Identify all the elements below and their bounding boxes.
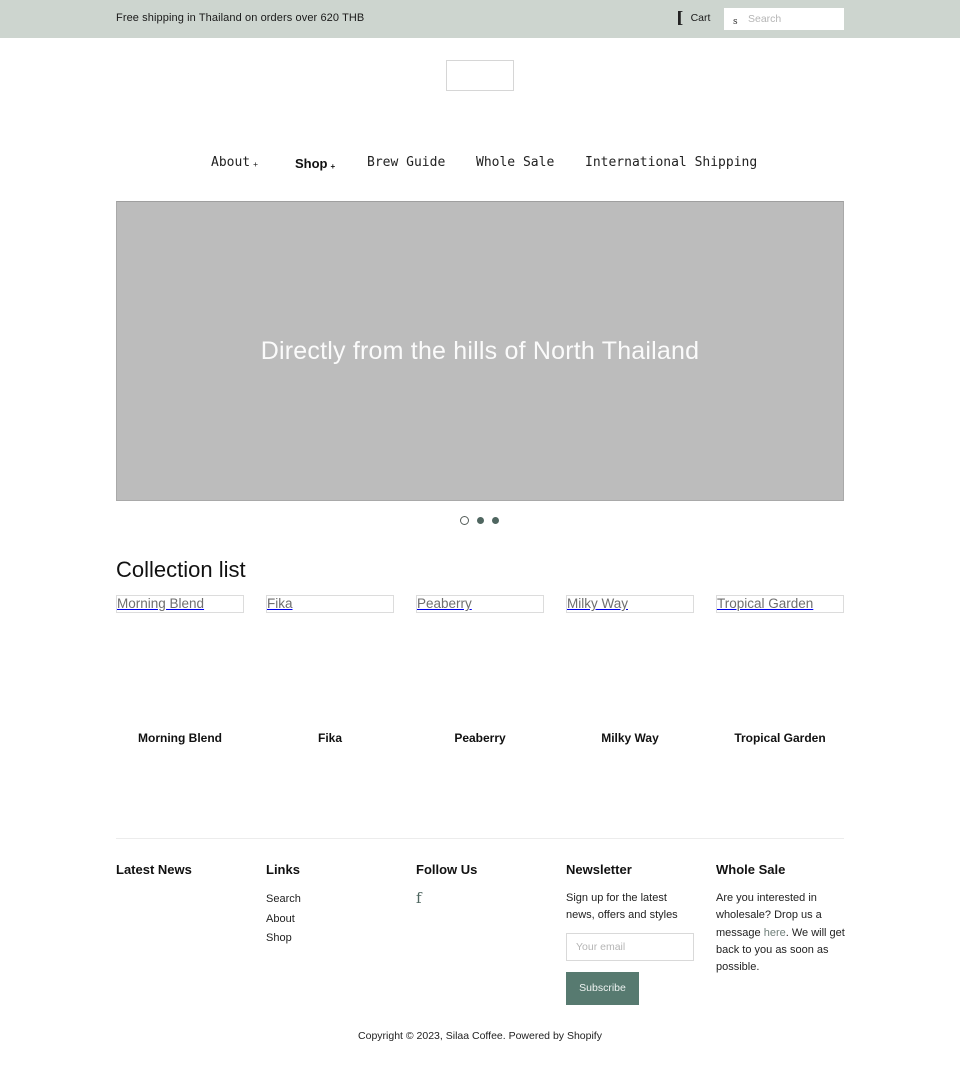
footer-follow-us: Follow Us f <box>416 862 546 908</box>
search-icon[interactable]: s <box>733 17 738 27</box>
cart-label: Cart <box>690 12 711 24</box>
slide-dot-3[interactable] <box>492 517 499 524</box>
facebook-icon[interactable]: f <box>416 889 422 907</box>
search-input[interactable] <box>746 8 840 30</box>
footer-latest-news: Latest News <box>116 862 246 890</box>
newsletter-email-input[interactable] <box>566 932 694 961</box>
collection-card[interactable]: Milky Way Milky Way <box>566 595 694 745</box>
footer-divider <box>116 838 844 839</box>
collection-image: Fika <box>266 595 394 613</box>
hero-slideshow[interactable]: Directly from the hills of North Thailan… <box>116 201 844 501</box>
nav-item-brew-guide[interactable]: Brew Guide <box>367 155 445 170</box>
footer-link-shop[interactable]: Shop <box>266 929 396 949</box>
main-nav: About + Shop + Brew Guide Whole Sale Inter… <box>0 155 960 173</box>
nav-label: About <box>211 155 251 170</box>
search-box: s <box>724 8 844 30</box>
nav-item-about[interactable]: About + <box>211 155 258 170</box>
collection-title: Fika <box>317 731 342 745</box>
slide-dot-1[interactable] <box>460 516 469 525</box>
collection-title: Milky Way <box>601 731 659 745</box>
collection-title: Peaberry <box>454 731 506 745</box>
collection-image: Morning Blend <box>116 595 244 613</box>
footer-links: Links Search About Shop <box>266 862 396 949</box>
collection-list-title: Collection list <box>116 557 246 582</box>
collection-image: Peaberry <box>416 595 544 613</box>
nav-label: Shop <box>295 156 328 171</box>
wholesale-contact-link[interactable]: here <box>764 927 786 939</box>
footer-link-search[interactable]: Search <box>266 890 396 910</box>
site-logo[interactable] <box>446 60 514 91</box>
footer-link-about[interactable]: About <box>266 910 396 930</box>
collection-image: Tropical Garden <box>716 595 844 613</box>
footer-heading: Latest News <box>116 862 192 877</box>
wholesale-description: Are you interested in wholesale? Drop us… <box>716 890 846 976</box>
footer-heading: Whole Sale <box>716 862 786 877</box>
slide-dot-2[interactable] <box>477 517 484 524</box>
nav-item-shop[interactable]: Shop + <box>295 156 335 171</box>
collection-image: Milky Way <box>566 595 694 613</box>
footer-heading: Follow Us <box>416 862 478 877</box>
shipping-notice: Free shipping in Thailand on orders over… <box>116 12 365 24</box>
collection-card[interactable]: Fika Fika <box>266 595 394 745</box>
collection-card[interactable]: Tropical Garden Tropical Garden <box>716 595 844 745</box>
nav-item-whole-sale[interactable]: Whole Sale <box>476 155 554 170</box>
collection-card[interactable]: Morning Blend Morning Blend <box>116 595 244 745</box>
newsletter-description: Sign up for the latest news, offers and … <box>566 892 678 922</box>
footer-heading: Links <box>266 862 300 877</box>
footer-wholesale: Whole Sale Are you interested in wholesa… <box>716 862 846 976</box>
cart-icon: [ <box>676 8 684 27</box>
subscribe-button[interactable]: Subscribe <box>566 971 639 1005</box>
collection-title: Tropical Garden <box>734 731 826 745</box>
hero-caption: Directly from the hills of North Thailan… <box>260 337 700 365</box>
chevron-down-icon: + <box>330 162 336 171</box>
collection-card[interactable]: Peaberry Peaberry <box>416 595 544 745</box>
footer-heading: Newsletter <box>566 862 632 877</box>
nav-item-international-shipping[interactable]: International Shipping <box>585 155 757 170</box>
cart-link[interactable]: [ Cart <box>676 10 710 26</box>
slideshow-pagination <box>460 516 500 526</box>
collection-title: Morning Blend <box>138 731 222 745</box>
announcement-bar: Free shipping in Thailand on orders over… <box>0 0 960 38</box>
chevron-down-icon: + <box>253 160 258 169</box>
footer-newsletter: Newsletter Sign up for the latest news, … <box>566 862 696 1005</box>
copyright: Copyright © 2023, Silaa Coffee. Powered … <box>358 1030 602 1042</box>
